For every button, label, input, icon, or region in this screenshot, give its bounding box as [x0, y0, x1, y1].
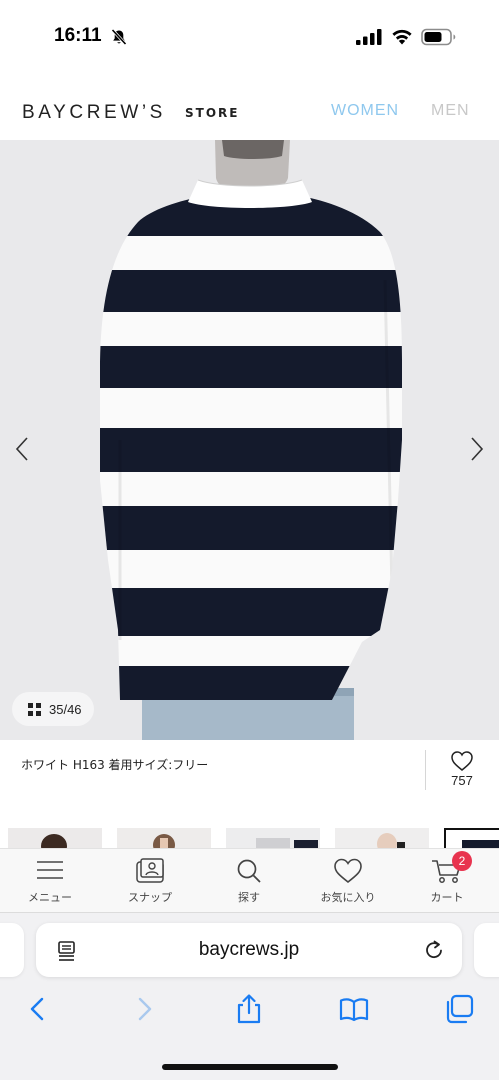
- battery-icon: [421, 28, 456, 46]
- forward-icon[interactable]: [128, 993, 160, 1025]
- nav-women-link[interactable]: WOMEN: [331, 102, 399, 120]
- previous-tab-peek[interactable]: [0, 923, 24, 977]
- back-icon[interactable]: [22, 993, 54, 1025]
- tab-cart[interactable]: カート: [407, 849, 487, 913]
- brand-logo-store[interactable]: STORE: [185, 106, 239, 120]
- next-image-arrow-icon[interactable]: [465, 434, 487, 464]
- thumbnail-strip: [0, 828, 499, 848]
- home-indicator: [162, 1064, 338, 1070]
- product-photo: [0, 140, 499, 740]
- thumbnail[interactable]: [117, 828, 211, 848]
- previous-image-arrow-icon[interactable]: [12, 434, 34, 464]
- tabs-icon[interactable]: [443, 993, 475, 1025]
- thumbnail-image: [117, 828, 211, 848]
- menu-icon: [37, 861, 63, 879]
- nav-men-link[interactable]: MEN: [431, 102, 470, 120]
- site-bottom-nav: メニュー スナップ 探す お気に入り カート: [0, 848, 499, 912]
- thumbnail-image: [226, 828, 320, 848]
- thumbnail-image: [8, 828, 102, 848]
- tab-snap[interactable]: スナップ: [110, 849, 190, 913]
- reload-icon[interactable]: [422, 938, 446, 962]
- next-tab-peek[interactable]: [474, 923, 499, 977]
- image-counter[interactable]: 35/46: [12, 692, 94, 726]
- bookmarks-icon[interactable]: [338, 993, 370, 1025]
- thumbnail[interactable]: [335, 828, 429, 848]
- tab-snap-label: スナップ: [128, 891, 172, 904]
- site-header: BAYCREW’S STORE WOMEN MEN: [0, 84, 499, 140]
- tab-menu-label: メニュー: [28, 891, 72, 904]
- tab-favorites-label: お気に入り: [320, 891, 376, 904]
- divider: [425, 750, 426, 790]
- tab-search-label: 探す: [238, 891, 260, 904]
- tab-menu[interactable]: メニュー: [10, 849, 90, 913]
- image-counter-text: 35/46: [49, 701, 82, 717]
- thumbnail-active[interactable]: [444, 828, 499, 848]
- tab-cart-label: カート: [430, 891, 464, 904]
- tab-favorites[interactable]: お気に入り: [308, 849, 388, 913]
- snap-icon: [136, 858, 164, 883]
- thumbnail[interactable]: [8, 828, 102, 848]
- product-image-carousel[interactable]: 35/46: [0, 140, 499, 740]
- heart-icon: [451, 751, 473, 771]
- image-caption-row: ホワイト H163 着用サイズ:フリー 757: [0, 740, 499, 790]
- address-bar[interactable]: baycrews.jp: [36, 923, 462, 977]
- image-caption: ホワイト H163 着用サイズ:フリー: [21, 758, 209, 772]
- wifi-icon: [392, 29, 412, 45]
- like-button[interactable]: 757: [440, 750, 484, 790]
- grid-icon: [28, 702, 41, 716]
- search-icon: [237, 859, 261, 883]
- brand-logo[interactable]: BAYCREW’S: [22, 102, 166, 124]
- cart-count-badge: 2: [452, 851, 472, 871]
- share-icon[interactable]: [233, 993, 265, 1025]
- thumbnail-image: [446, 830, 499, 848]
- browser-toolbar: baycrews.jp: [0, 912, 499, 1080]
- tab-search[interactable]: 探す: [209, 849, 289, 913]
- status-time: 16:11: [54, 25, 102, 46]
- status-bar: 16:11: [0, 0, 499, 80]
- thumbnail[interactable]: [226, 828, 320, 848]
- bell-off-icon: [111, 28, 127, 46]
- cellular-signal-icon: [356, 29, 382, 45]
- url-text: baycrews.jp: [198, 939, 300, 960]
- like-count: 757: [451, 773, 473, 788]
- heart-icon: [334, 858, 362, 884]
- thumbnail-image: [335, 828, 429, 848]
